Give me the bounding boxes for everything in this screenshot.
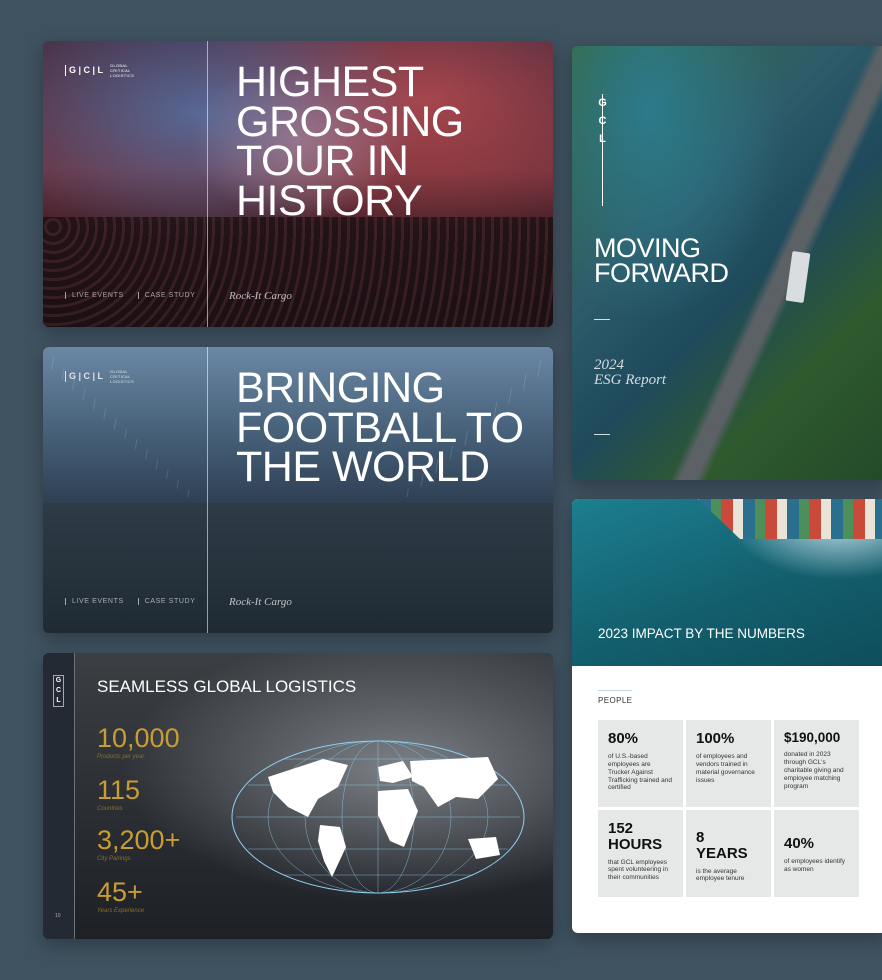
cargo-ship-image: [698, 499, 882, 539]
title-line: FORWARD: [594, 257, 729, 288]
stat-label: City Pairings: [97, 856, 131, 862]
global-logistics-card[interactable]: G C L 10 SEAMLESS GLOBAL LOGISTICS 10,00…: [43, 653, 553, 939]
client-name: Rock-It Cargo: [229, 290, 292, 302]
tag-case-study: CASE STUDY: [137, 292, 196, 299]
card-title: BRINGING FOOTBALL TO THE WORLD: [236, 364, 524, 492]
stat-value: 3,200+: [97, 825, 181, 855]
stat-value: 100%: [696, 730, 735, 747]
stat-cell: 80% of U.S.-based employees are Trucker A…: [598, 720, 683, 807]
sidebar: G C L 10: [43, 653, 75, 939]
stat-value: 10,000: [97, 723, 180, 753]
stat: 45+ Years Experience: [97, 877, 145, 915]
stat-desc: that GCL employees spent volunteering in…: [608, 858, 668, 882]
report-name: ESG Report: [594, 372, 667, 388]
page-number: 10: [55, 913, 61, 919]
tags: LIVE EVENTS CASE STUDY: [65, 292, 195, 299]
esg-report-cover[interactable]: G C L MOVING FORWARD 2024 ESG Report: [572, 46, 882, 480]
concert-case-study-card[interactable]: G | C | L GLOBAL CRITICAL LOGISTICS HIGH…: [43, 41, 553, 327]
divider: [207, 41, 208, 327]
logo-letter: C: [598, 115, 607, 127]
logo-letter: G: [598, 97, 607, 109]
tag-case-study: CASE STUDY: [137, 598, 196, 605]
logo-letter: G: [55, 677, 62, 684]
stat-cell: $190,000 donated in 2023 through GCL's ch…: [774, 720, 859, 807]
section-rule: [598, 690, 632, 691]
crowd-image: [43, 217, 553, 327]
stat-label: Countries: [97, 806, 123, 812]
gcl-logo: G | C | L GLOBAL CRITICAL LOGISTICS: [65, 63, 135, 78]
title-line: TOUR IN: [236, 137, 409, 186]
stat-cell: 152 HOURS that GCL employees spent volunt…: [598, 810, 683, 897]
hero-title: 2023 IMPACT BY THE NUMBERS: [598, 626, 805, 641]
client-name: Rock-It Cargo: [229, 596, 292, 608]
stat-value: 45+: [97, 877, 143, 907]
stat-value: 8 YEARS: [696, 829, 748, 862]
tag-live-events: LIVE EVENTS: [65, 598, 124, 605]
stat-cell: 40% of employees identify as women: [774, 810, 859, 897]
logo-letter: L: [599, 133, 606, 145]
stat-value: 80%: [608, 730, 639, 747]
card-title: HIGHEST GROSSING TOUR IN HISTORY: [236, 58, 464, 225]
impact-report-page[interactable]: 2023 IMPACT BY THE NUMBERS PEOPLE 80% of …: [572, 499, 882, 933]
logo-letter: L: [56, 697, 61, 704]
gcl-logo-vertical: G C L: [595, 94, 610, 148]
divider: [207, 347, 208, 633]
stat: 115 Countries: [97, 775, 141, 813]
report-title: MOVING FORWARD: [594, 235, 729, 288]
stats-grid: 80% of U.S.-based employees are Trucker A…: [598, 720, 859, 897]
ocean-hero-image: 2023 IMPACT BY THE NUMBERS: [572, 499, 882, 666]
stat-cell: 8 YEARS is the average employee tenure: [686, 810, 771, 897]
title-line: THE WORLD: [236, 443, 490, 492]
title-line: HIGHEST: [236, 58, 424, 106]
stat-desc: of U.S.-based employees are Trucker Agai…: [608, 752, 672, 792]
logo-text: GLOBAL CRITICAL LOGISTICS: [110, 63, 135, 78]
logo-text: GLOBAL CRITICAL LOGISTICS: [110, 369, 135, 384]
logo-mark: G | C | L: [65, 65, 106, 76]
stat-value: $190,000: [784, 730, 841, 745]
gcl-logo-vertical: G C L: [53, 675, 64, 707]
stat-desc: is the average employee tenure: [696, 867, 745, 883]
divider-dash: [594, 434, 610, 435]
stat: 10,000 Products per year: [97, 723, 180, 761]
world-globe-icon: [231, 740, 525, 894]
stat-value: 115: [97, 775, 141, 805]
report-year: 2024: [594, 357, 624, 373]
stat-desc: donated in 2023 through GCL's charitable…: [784, 751, 844, 790]
section-label: PEOPLE: [598, 696, 633, 705]
divider-dash: [594, 319, 610, 320]
title-line: BRINGING: [236, 364, 445, 412]
gcl-logo: G | C | L GLOBAL CRITICAL LOGISTICS: [65, 369, 135, 384]
stat-value: 152 HOURS: [608, 820, 663, 853]
tags: LIVE EVENTS CASE STUDY: [65, 598, 195, 605]
report-subtitle: 2024 ESG Report: [594, 358, 666, 388]
stat-value: 40%: [784, 835, 815, 852]
logo-letter: C: [55, 687, 62, 694]
stat-label: Products per year: [97, 754, 145, 760]
stadium-field-image: [43, 503, 553, 633]
stat-desc: of employees and vendors trained in mate…: [696, 752, 755, 784]
stat-label: Years Experience: [97, 908, 145, 914]
stat: 3,200+ City Pairings: [97, 825, 181, 863]
football-case-study-card[interactable]: G | C | L GLOBAL CRITICAL LOGISTICS BRIN…: [43, 347, 553, 633]
truck-image: [785, 250, 811, 304]
stat-cell: 100% of employees and vendors trained in …: [686, 720, 771, 807]
stat-desc: of employees identify as women: [784, 857, 846, 873]
card-title: SEAMLESS GLOBAL LOGISTICS: [97, 677, 357, 696]
tag-live-events: LIVE EVENTS: [65, 292, 124, 299]
logo-mark: G | C | L: [65, 371, 106, 382]
title-line: HISTORY: [236, 176, 423, 225]
